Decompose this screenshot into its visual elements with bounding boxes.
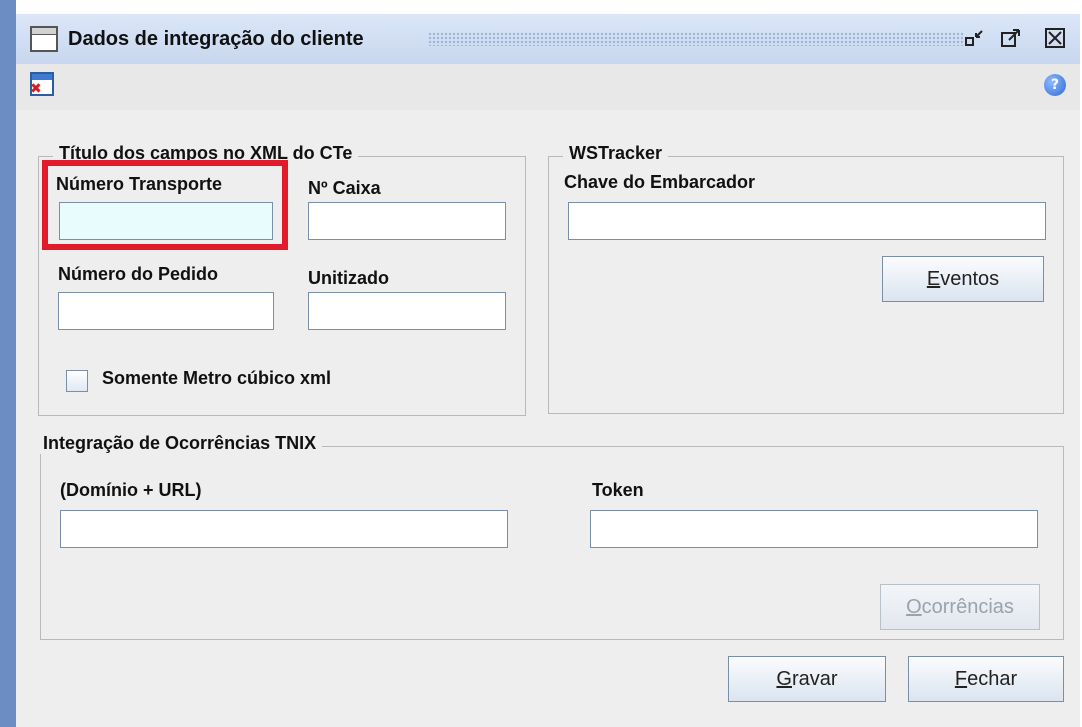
tnix-legend: Integração de Ocorrências TNIX — [37, 433, 323, 454]
gravar-button[interactable]: Gravar — [728, 656, 886, 702]
numero-pedido-input[interactable] — [58, 292, 274, 330]
title-bar[interactable]: Dados de integração do cliente — [16, 14, 1080, 65]
token-input[interactable] — [590, 510, 1038, 548]
dominio-url-input[interactable] — [60, 510, 508, 548]
window-app-icon — [30, 26, 58, 52]
fechar-button[interactable]: Fechar — [908, 656, 1064, 702]
desktop-left-edge — [0, 0, 16, 727]
numero-pedido-label: Número do Pedido — [58, 264, 219, 284]
chave-embarcador-input[interactable] — [568, 202, 1046, 240]
window-title: Dados de integração do cliente — [68, 28, 364, 50]
numero-transporte-input[interactable] — [59, 202, 273, 240]
metro-cubico-checkbox[interactable] — [66, 370, 88, 392]
metro-cubico-label: Somente Metro cúbico xml — [102, 368, 332, 388]
dominio-url-label: (Domínio + URL) — [60, 480, 202, 500]
close-icon[interactable] — [1042, 24, 1068, 52]
unitizado-label: Unitizado — [308, 268, 389, 288]
wstracker-legend: WSTracker — [563, 143, 669, 164]
chave-embarcador-label: Chave do Embarcador — [564, 172, 756, 192]
minimize-icon[interactable] — [962, 24, 988, 52]
window-close-icon[interactable]: ✖ — [30, 72, 54, 97]
toolbar: ✖ ? — [16, 64, 1080, 111]
title-bar-grip — [428, 32, 963, 46]
maximize-icon[interactable] — [998, 24, 1024, 52]
ocorrencias-button[interactable]: Ocorrências — [880, 584, 1040, 630]
unitizado-input[interactable] — [308, 292, 506, 330]
caixa-input[interactable] — [308, 202, 506, 240]
help-icon[interactable]: ? — [1044, 74, 1066, 96]
dialog-content: Título dos campos no XML do CTe Número T… — [16, 110, 1080, 727]
caixa-label: Nº Caixa — [308, 178, 381, 198]
eventos-button[interactable]: Eventos — [882, 256, 1044, 302]
token-label: Token — [592, 480, 644, 500]
